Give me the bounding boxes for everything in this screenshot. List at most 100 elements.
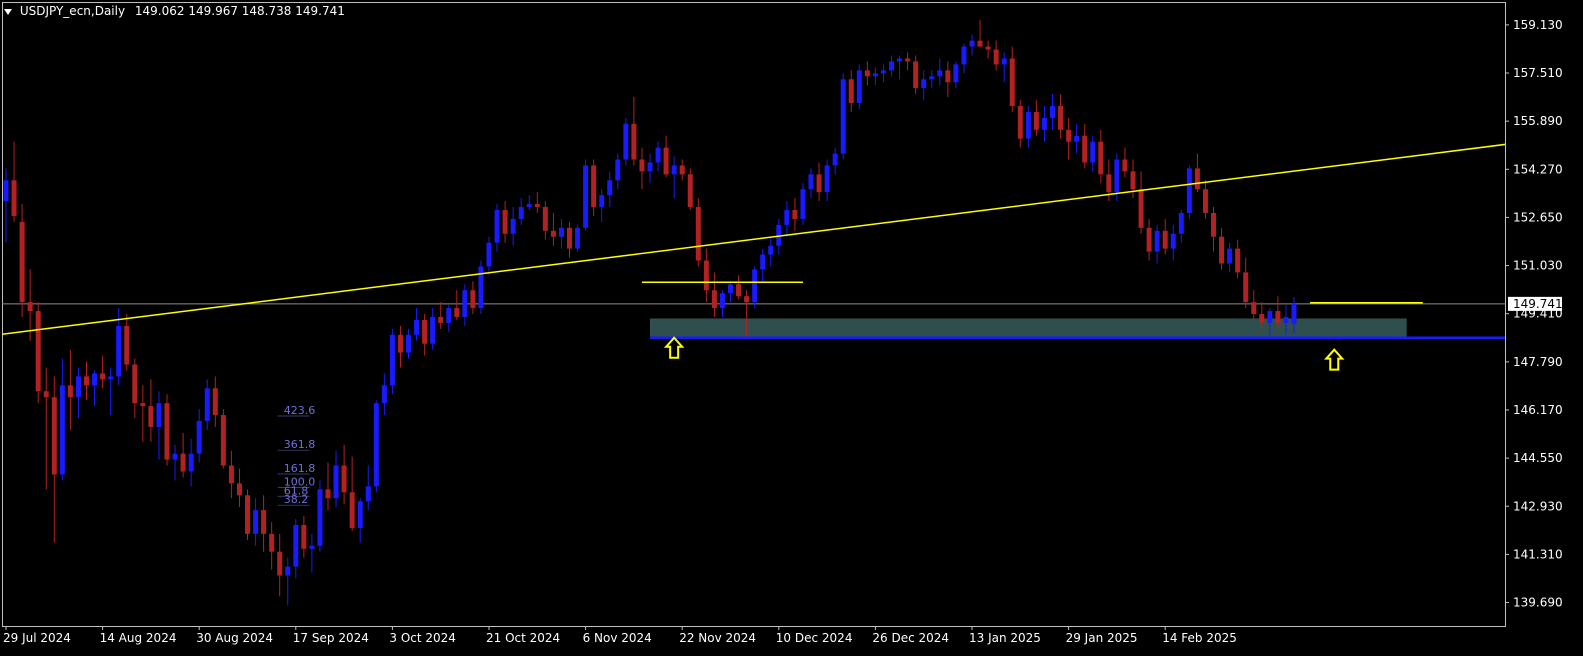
candle-body: [269, 533, 275, 552]
candle: [1074, 123, 1080, 154]
candle: [1227, 242, 1233, 273]
price-chart[interactable]: 423.6361.8161.8100.061.838.2159.130157.5…: [0, 0, 1583, 656]
candle-body: [172, 453, 178, 460]
candle: [51, 376, 57, 543]
candle: [124, 314, 130, 371]
candle-body: [889, 61, 894, 71]
y-tick-label: 142.930: [1513, 499, 1563, 513]
candle-body: [518, 207, 524, 219]
candle: [969, 34, 975, 56]
candle: [261, 495, 267, 552]
y-tick-label: 144.550: [1513, 451, 1563, 465]
candle: [172, 444, 178, 481]
y-tick-label: 139.690: [1513, 596, 1563, 610]
candle: [325, 462, 331, 511]
candle: [518, 198, 524, 225]
candle-body: [228, 465, 234, 484]
candle: [840, 73, 846, 160]
x-axis: 29 Jul 2024 14 Aug 2024 30 Aug 2024 17 Sep …: [3, 626, 1237, 645]
candle-body: [921, 79, 927, 89]
candle-body: [3, 180, 9, 202]
candle-body: [1058, 106, 1064, 130]
candle: [736, 275, 742, 300]
candle-body: [317, 489, 323, 546]
candle: [1058, 94, 1064, 139]
fib-level-label: 38.2: [284, 493, 309, 506]
candle-body: [11, 180, 17, 216]
candle-body: [1194, 168, 1200, 190]
candle-body: [631, 123, 637, 160]
y-axis: 159.130 157.510 155.890 154.270 152.650 151.0…: [1505, 18, 1563, 610]
candle: [301, 516, 307, 558]
candle-body: [35, 311, 41, 392]
candle-body: [1291, 303, 1297, 325]
candle: [864, 61, 870, 86]
candle-body: [180, 453, 186, 472]
candle-body: [406, 334, 411, 353]
candle: [502, 201, 508, 243]
candle: [430, 308, 436, 350]
candle-body: [728, 284, 733, 294]
candle: [961, 43, 967, 74]
candle: [75, 367, 81, 418]
candle: [381, 373, 387, 416]
candle: [1098, 129, 1104, 184]
candle: [317, 480, 323, 552]
candle: [832, 147, 838, 175]
candle: [19, 204, 25, 317]
x-tick-label: 17 Sep 2024: [293, 631, 369, 645]
candle-body: [792, 210, 798, 219]
candle-body: [687, 174, 693, 208]
candle-body: [1259, 314, 1265, 323]
y-tick-label: 146.170: [1513, 403, 1563, 417]
candle: [422, 314, 428, 356]
candle-body: [486, 242, 492, 267]
candle-body: [550, 230, 556, 237]
candle: [1025, 106, 1031, 148]
candle: [937, 58, 943, 86]
candle: [309, 533, 315, 573]
candle: [824, 159, 830, 202]
candle-body: [583, 165, 589, 228]
candle: [365, 465, 371, 511]
candle-body: [760, 254, 766, 270]
candle: [188, 438, 194, 487]
candle: [550, 212, 556, 246]
candle: [880, 64, 886, 83]
candle-body: [534, 204, 540, 208]
candle: [1235, 239, 1241, 279]
candle: [397, 325, 403, 368]
candle-body: [293, 524, 299, 567]
candle: [639, 147, 645, 190]
candle-body: [1251, 302, 1257, 314]
candle: [494, 204, 500, 252]
candle: [808, 168, 814, 199]
candle: [269, 522, 275, 570]
candle: [1001, 52, 1007, 83]
x-tick-label: 29 Jan 2025: [1066, 631, 1138, 645]
candle: [1243, 257, 1249, 309]
candle: [148, 379, 154, 442]
candle-body: [816, 174, 822, 193]
candle-body: [567, 227, 572, 249]
candle-body: [67, 385, 73, 398]
candle-body: [695, 207, 701, 261]
candle-body: [1033, 111, 1039, 130]
candle: [1211, 207, 1216, 252]
candle: [212, 376, 218, 427]
candle-body: [1146, 227, 1152, 252]
candle: [728, 281, 733, 303]
candle: [486, 236, 492, 276]
candle-body: [349, 492, 355, 528]
candle-body: [679, 165, 685, 175]
candle: [1009, 46, 1015, 112]
candle-body: [1074, 135, 1080, 142]
candle-body: [245, 495, 250, 534]
candle: [1041, 106, 1047, 142]
candle: [607, 171, 613, 208]
candle-body: [1138, 189, 1144, 228]
candle: [663, 135, 669, 178]
candle: [389, 328, 395, 395]
candle-body: [220, 415, 226, 466]
candle: [526, 195, 532, 210]
